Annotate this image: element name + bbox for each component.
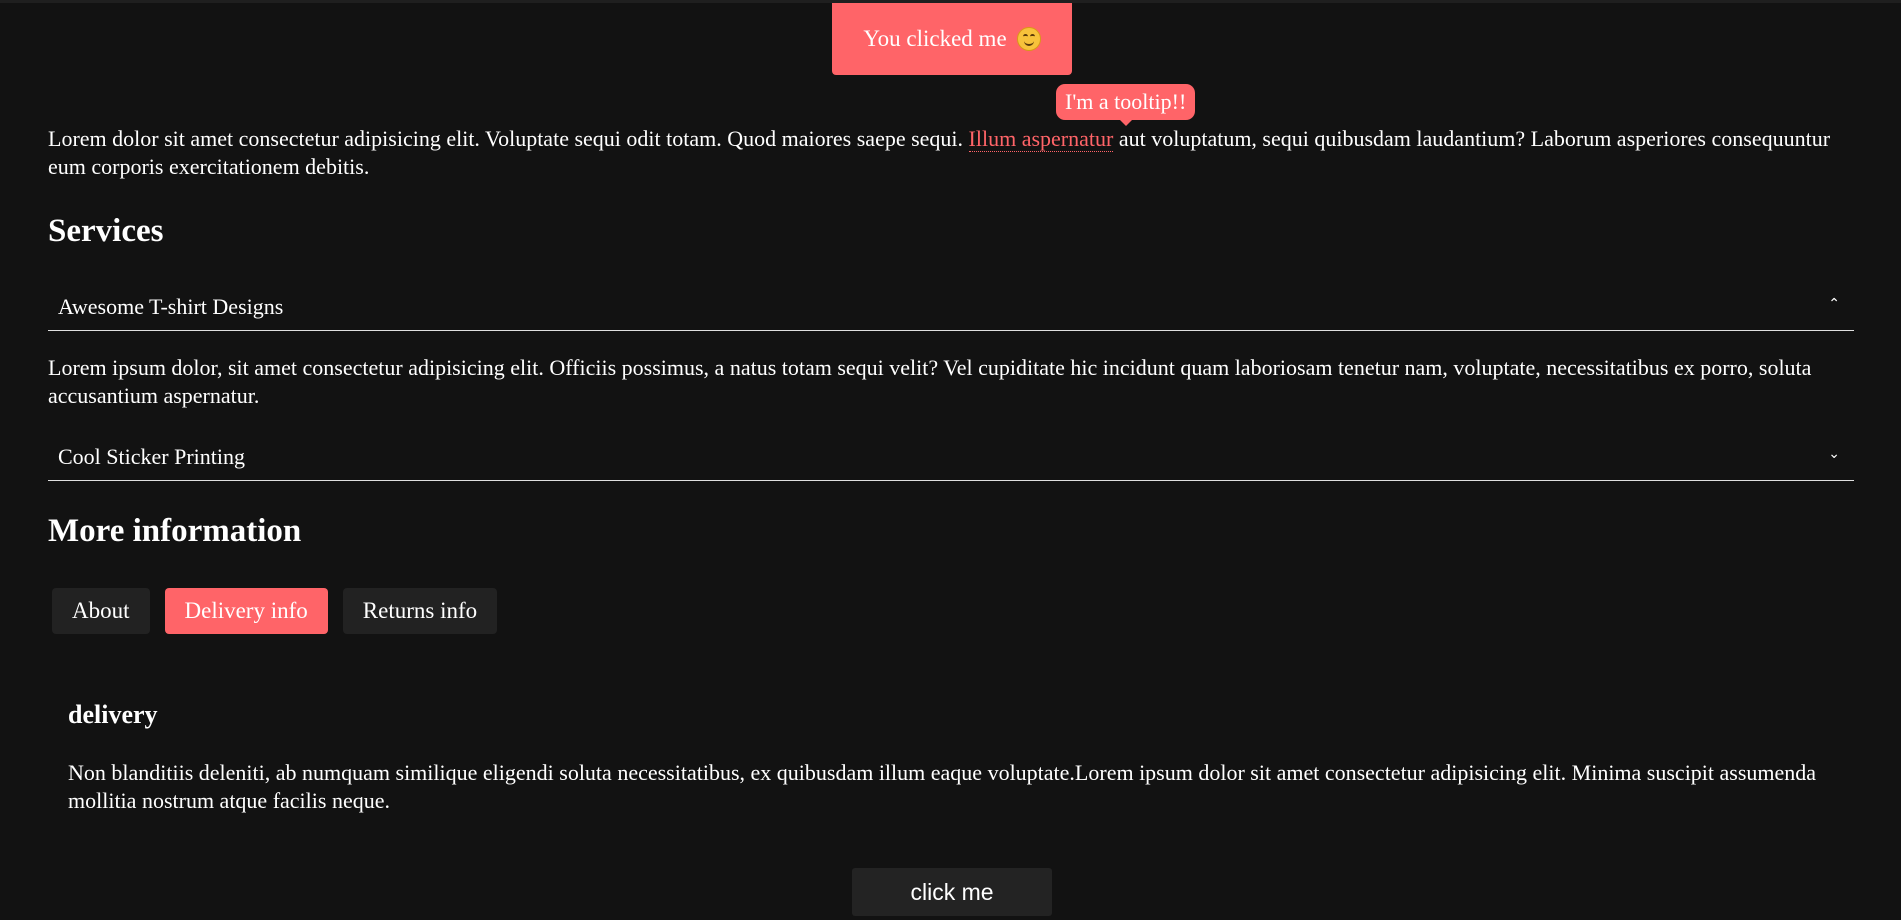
tab-delivery-info[interactable]: Delivery info [164, 588, 328, 634]
tooltip: I'm a tooltip!! [1056, 84, 1196, 126]
accordion-label: Cool Sticker Printing [58, 444, 245, 469]
chevron-down-icon: ⌄ [1828, 446, 1840, 462]
accordion-header-sticker-printing[interactable]: Cool Sticker Printing ⌄ [48, 436, 1854, 481]
tab-panel-body: Non blanditiis deleniti, ab numquam simi… [68, 760, 1817, 813]
more-information-heading: More information [48, 513, 302, 549]
tooltip-link[interactable]: Illum aspernatur [968, 126, 1114, 152]
accordion-label: Awesome T-shirt Designs [58, 294, 284, 319]
toast-notification: You clicked me [832, 3, 1072, 75]
click-me-button[interactable]: click me [852, 868, 1052, 916]
toast-text: You clicked me [863, 26, 1007, 51]
intro-text-before: Lorem dolor sit amet consectetur adipisi… [48, 126, 969, 151]
intro-paragraph: Lorem dolor sit amet consectetur adipisi… [48, 125, 1858, 181]
tab-panel-title: delivery [68, 700, 158, 729]
services-heading: Services [48, 213, 164, 249]
smiling-face-icon [1016, 27, 1041, 51]
accordion-header-tshirt-designs[interactable]: Awesome T-shirt Designs ⌃ [48, 286, 1854, 331]
tab-returns-info[interactable]: Returns info [342, 588, 498, 634]
tab-bar: About Delivery info Returns info [52, 588, 498, 634]
chevron-up-icon: ⌃ [1828, 296, 1840, 312]
tab-about[interactable]: About [52, 588, 150, 634]
accordion-body-tshirt-designs: Lorem ipsum dolor, sit amet consectetur … [48, 355, 1812, 408]
